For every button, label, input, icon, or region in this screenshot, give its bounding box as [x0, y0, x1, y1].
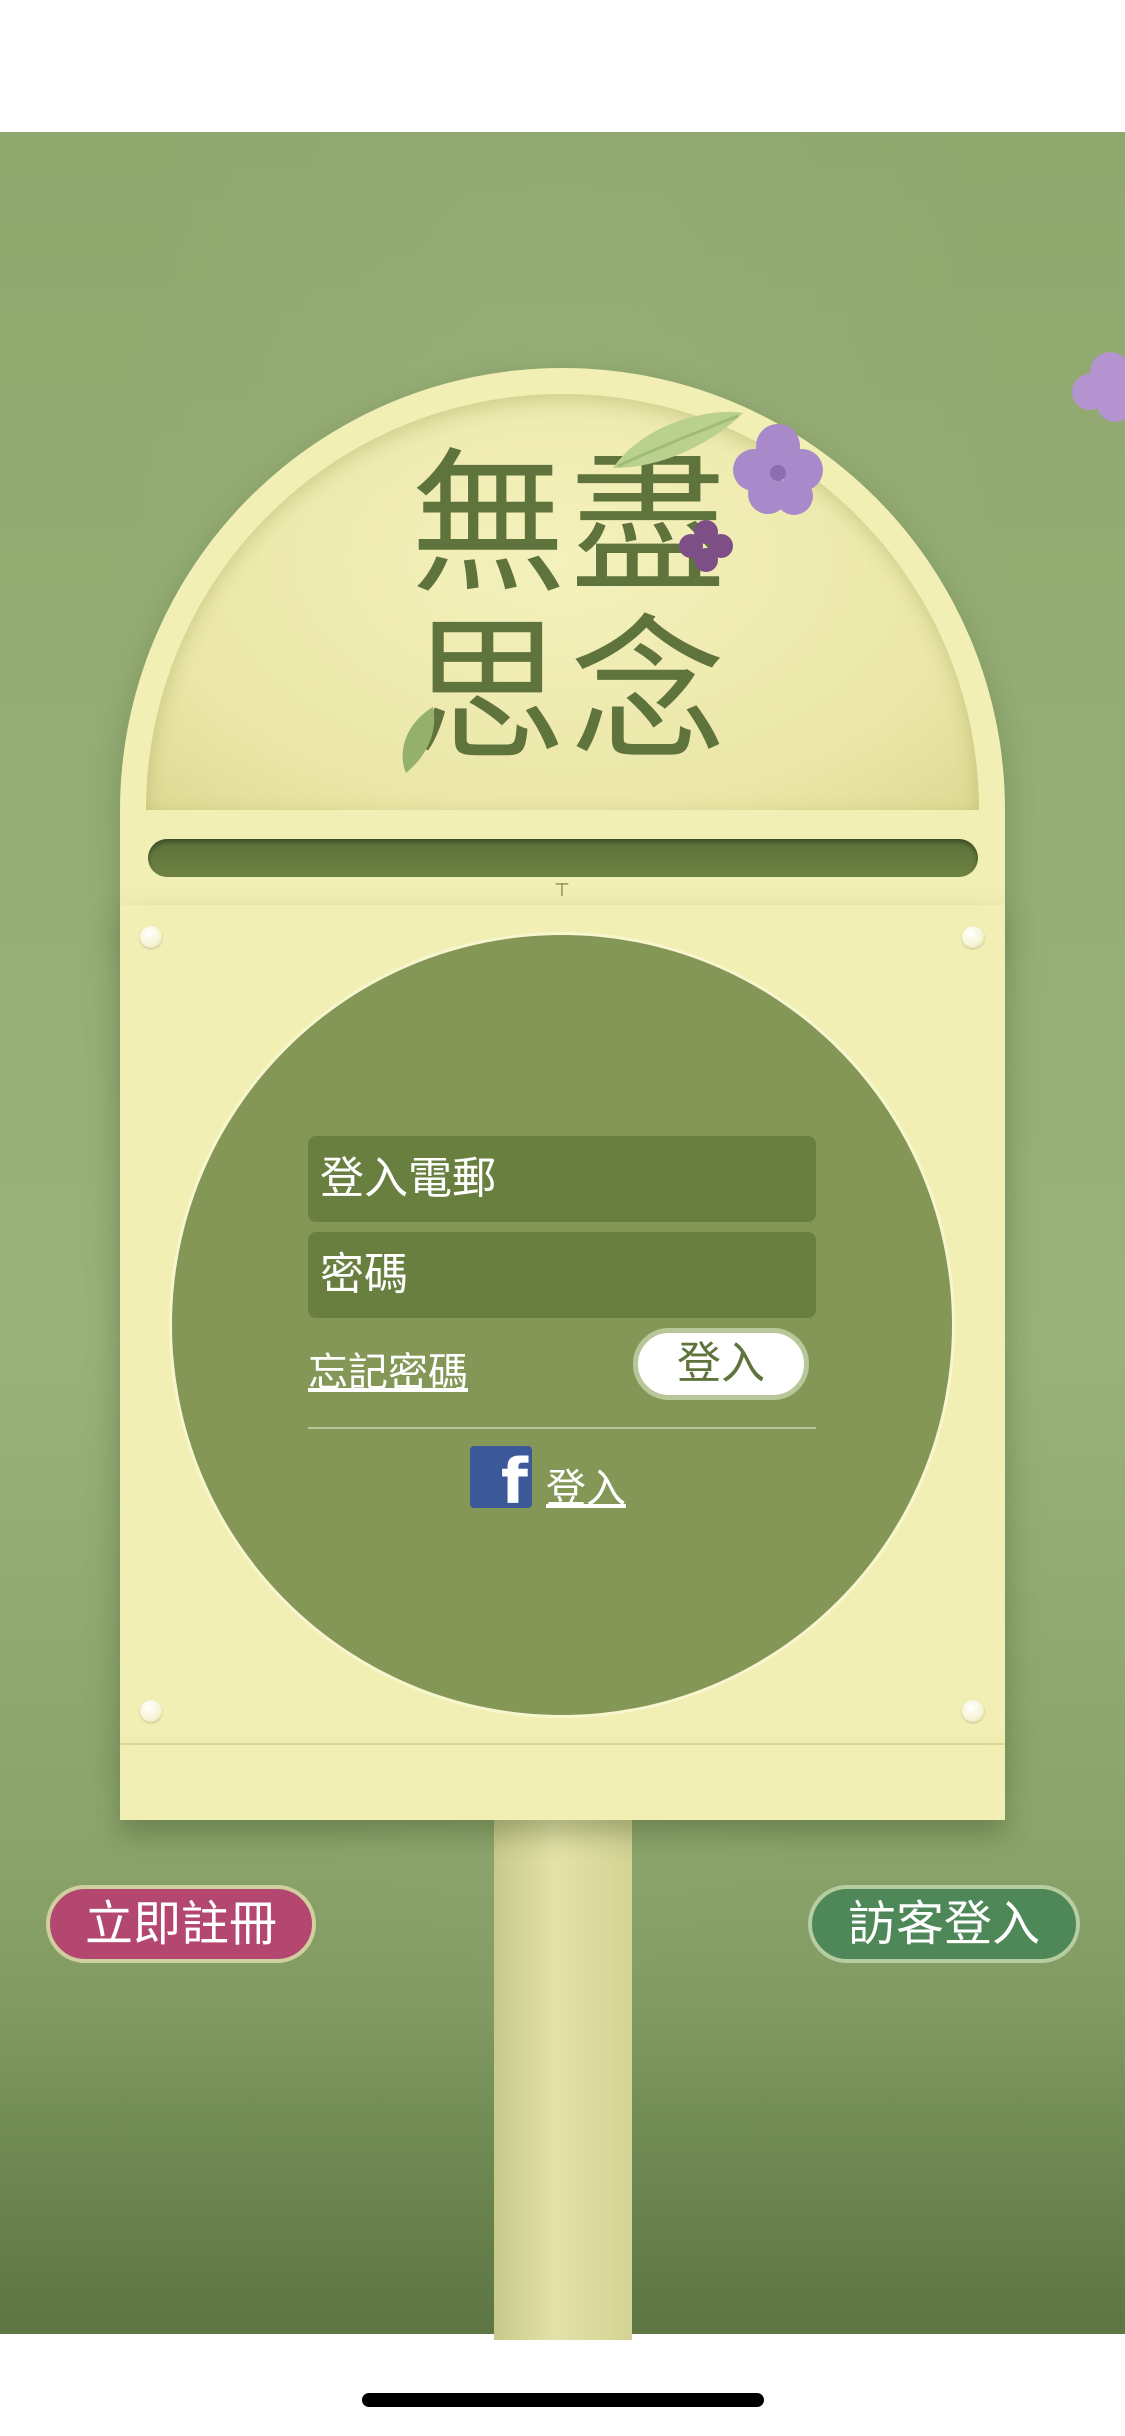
slot-mark: ⊤ [554, 880, 570, 901]
app-title: 無盡 思念 [390, 440, 750, 776]
facebook-login-link[interactable]: 登入 [546, 1456, 626, 1514]
flower-icon [679, 520, 733, 572]
login-button[interactable]: 登入 [633, 1328, 809, 1400]
home-indicator[interactable] [362, 2393, 764, 2407]
login-circle [172, 935, 952, 1715]
flower-icon [1072, 352, 1125, 422]
form-divider [308, 1427, 816, 1429]
leaf-icon [402, 707, 435, 773]
mailbox-base [120, 1745, 1005, 1820]
forgot-password-link[interactable]: 忘記密碼 [308, 1340, 468, 1398]
guest-login-button[interactable]: 訪客登入 [808, 1885, 1080, 1963]
screw [962, 1700, 984, 1722]
screw [140, 926, 162, 948]
facebook-icon[interactable]: f [470, 1446, 532, 1508]
screw [140, 1700, 162, 1722]
leaf-icon [613, 411, 743, 468]
title-line-2: 思念 [410, 601, 730, 783]
mail-slot [148, 839, 978, 877]
email-field[interactable]: 登入電郵 [308, 1136, 816, 1222]
flower-icon [733, 424, 823, 515]
password-field[interactable]: 密碼 [308, 1232, 816, 1318]
screw [962, 926, 984, 948]
register-button[interactable]: 立即註冊 [46, 1885, 316, 1963]
